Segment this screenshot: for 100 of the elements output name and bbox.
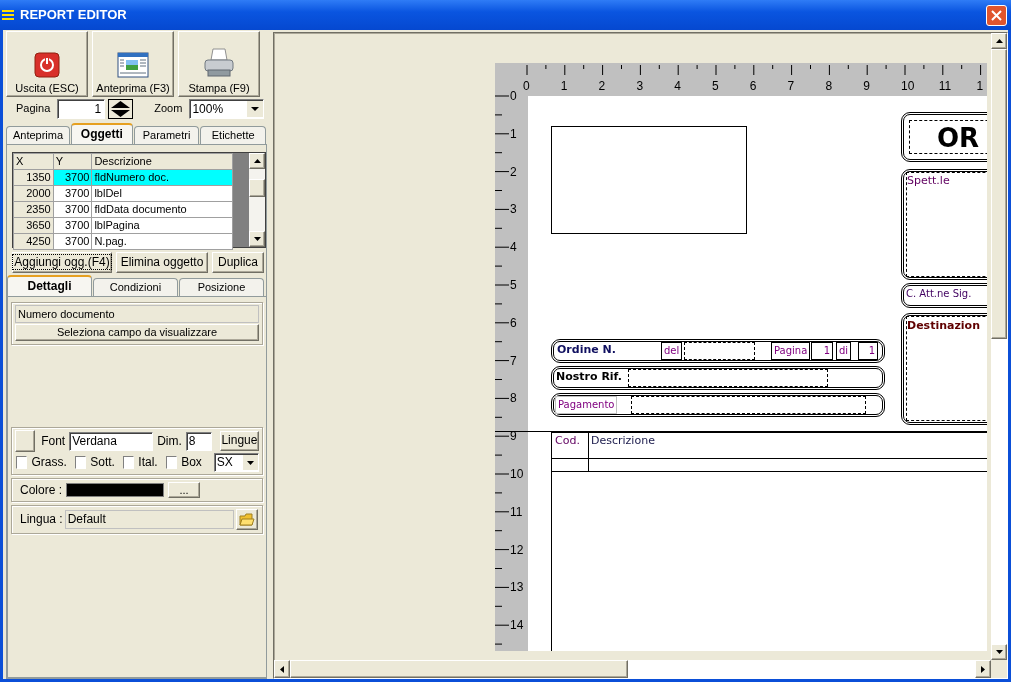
font-field[interactable]: Verdana (69, 431, 154, 451)
page-label: Pagina (771, 342, 811, 360)
spinner-icon[interactable] (108, 99, 134, 119)
scroll-down-button[interactable] (991, 644, 1007, 660)
alignment-dropdown[interactable]: SX (213, 453, 259, 472)
of-label: di (836, 342, 852, 360)
column-header[interactable]: X (13, 153, 54, 170)
ruler-label: 1 (560, 80, 568, 92)
close-icon (991, 9, 1002, 21)
scroll-up-button[interactable] (249, 153, 265, 169)
scroll-left-button[interactable] (274, 660, 290, 678)
scroll-down-button[interactable] (249, 231, 265, 247)
attention-label: C. Att.ne Sig. (906, 288, 972, 300)
field-name: Numero documento (15, 305, 259, 323)
languages-button[interactable]: Lingue (219, 431, 259, 451)
window-preview-icon (117, 51, 149, 78)
down-arrow-icon (995, 650, 1003, 654)
page-field[interactable]: 1 (57, 99, 106, 119)
checkbox[interactable] (122, 456, 135, 469)
ruler-label: 3 (510, 203, 517, 216)
action-button[interactable]: Duplica (212, 252, 264, 273)
checkbox-label: Sott. (90, 455, 115, 470)
column-header[interactable]: Descrizione (91, 153, 233, 170)
ruler-label: 9 (863, 80, 870, 92)
ruler-label: 6 (510, 316, 517, 329)
toolbar-button[interactable]: Stampa (F9) (178, 31, 260, 97)
zoom-label: Zoom (154, 102, 183, 116)
payment-label: Pagamento (555, 396, 618, 414)
menu-icon[interactable] (2, 9, 14, 21)
ruler-label: 0 (510, 90, 517, 102)
action-button[interactable]: Elimina oggetto (116, 252, 208, 273)
ruler-label: 10 (510, 468, 524, 480)
ruler-label: 13 (510, 581, 524, 594)
ruler-label: 5 (510, 279, 517, 291)
scrollbar-thumb[interactable] (249, 179, 265, 197)
size-label: Dim. (157, 433, 182, 449)
close-button[interactable] (986, 4, 1007, 26)
table-cell: 3700 (53, 185, 92, 202)
language-field[interactable]: Default (64, 510, 234, 529)
checkbox[interactable] (74, 456, 87, 469)
action-button[interactable]: Aggiungi ogg.(F4) (12, 252, 112, 273)
date-field (684, 342, 755, 360)
order-label: Ordine N. (557, 343, 616, 357)
table-cell: fldData documento (91, 201, 233, 218)
checkbox-label: Box (181, 455, 202, 470)
window-title: REPORT EDITOR (20, 7, 128, 23)
ruler-label: 1 (976, 80, 984, 92)
tab[interactable]: Condizioni (93, 278, 178, 296)
ruler-label: 8 (825, 80, 833, 92)
printer-icon (203, 47, 235, 78)
table-cell: 3700 (53, 217, 92, 234)
ruler-label: 5 (712, 80, 719, 92)
select-field-button[interactable]: Seleziona campo da visualizzare (15, 324, 259, 341)
tab[interactable]: Oggetti (71, 123, 133, 144)
color-picker-button[interactable]: ... (168, 482, 201, 498)
ruler-label: 10 (901, 80, 915, 92)
right-arrow-icon (981, 665, 985, 673)
tab[interactable]: Dettagli (7, 275, 92, 296)
page-label: Pagina (16, 102, 51, 116)
page-number: 1 (811, 342, 833, 360)
ruler-label: 12 (510, 543, 524, 556)
color-label: Colore : (20, 482, 63, 498)
ruler-label: 8 (510, 392, 517, 405)
table-cell: lblDel (91, 185, 233, 202)
size-field[interactable]: 8 (185, 431, 212, 451)
up-arrow-icon (995, 39, 1003, 43)
tab[interactable]: Etichette (200, 126, 266, 144)
scroll-up-button[interactable] (991, 33, 1007, 49)
column-header[interactable]: Y (53, 153, 92, 170)
table-cell: 3700 (53, 233, 92, 250)
scrollbar-thumb[interactable] (290, 660, 628, 678)
checkbox-label: Ital. (138, 455, 158, 470)
power-icon (34, 51, 60, 78)
checkbox[interactable] (16, 456, 28, 469)
toolbar-button[interactable]: Uscita (ESC) (6, 31, 88, 97)
ruler-label: 3 (636, 80, 644, 92)
scroll-right-button[interactable] (975, 660, 991, 678)
recipient-label: Spett.le (907, 174, 950, 188)
font-button[interactable] (15, 430, 36, 452)
zoom-dropdown[interactable]: 100% (189, 99, 265, 119)
checkbox[interactable] (165, 456, 178, 469)
toolbar-button[interactable]: Anteprima (F3) (92, 31, 174, 97)
ruler-label: 14 (510, 619, 524, 632)
ruler-label: 6 (749, 80, 757, 92)
destination-label: Destinazion (907, 319, 980, 333)
scrollbar-thumb[interactable] (991, 49, 1007, 339)
ruler-label: 2 (598, 80, 606, 92)
language-label: Lingua : (20, 512, 63, 527)
tab[interactable]: Parametri (133, 126, 200, 144)
reference-label: Nostro Rif. (556, 370, 622, 384)
page-count: 1 (858, 342, 878, 360)
ruler-label: 7 (787, 80, 795, 92)
date-label: del (661, 342, 683, 360)
folder-button[interactable] (235, 509, 258, 530)
font-label: Font (41, 433, 66, 449)
checkbox-label: Grass. (31, 455, 67, 470)
ruler-label: 2 (510, 165, 517, 178)
column-header: Cod. (555, 434, 580, 448)
tab[interactable]: Anteprima (6, 126, 70, 144)
tab[interactable]: Posizione (179, 278, 264, 296)
